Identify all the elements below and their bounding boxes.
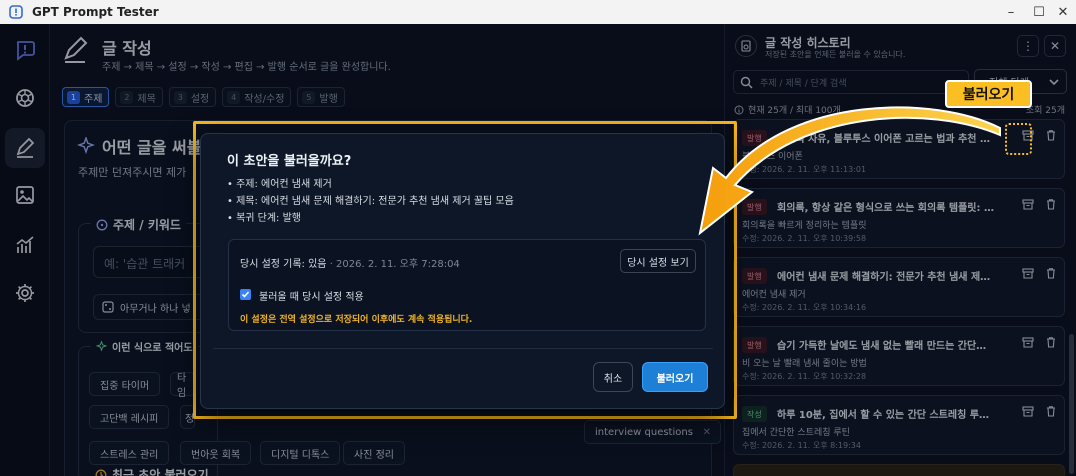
annotation-arrow: [698, 106, 1001, 236]
load-callout-label: 불러오기: [945, 80, 1032, 108]
load-icon-highlight: [1005, 123, 1032, 155]
